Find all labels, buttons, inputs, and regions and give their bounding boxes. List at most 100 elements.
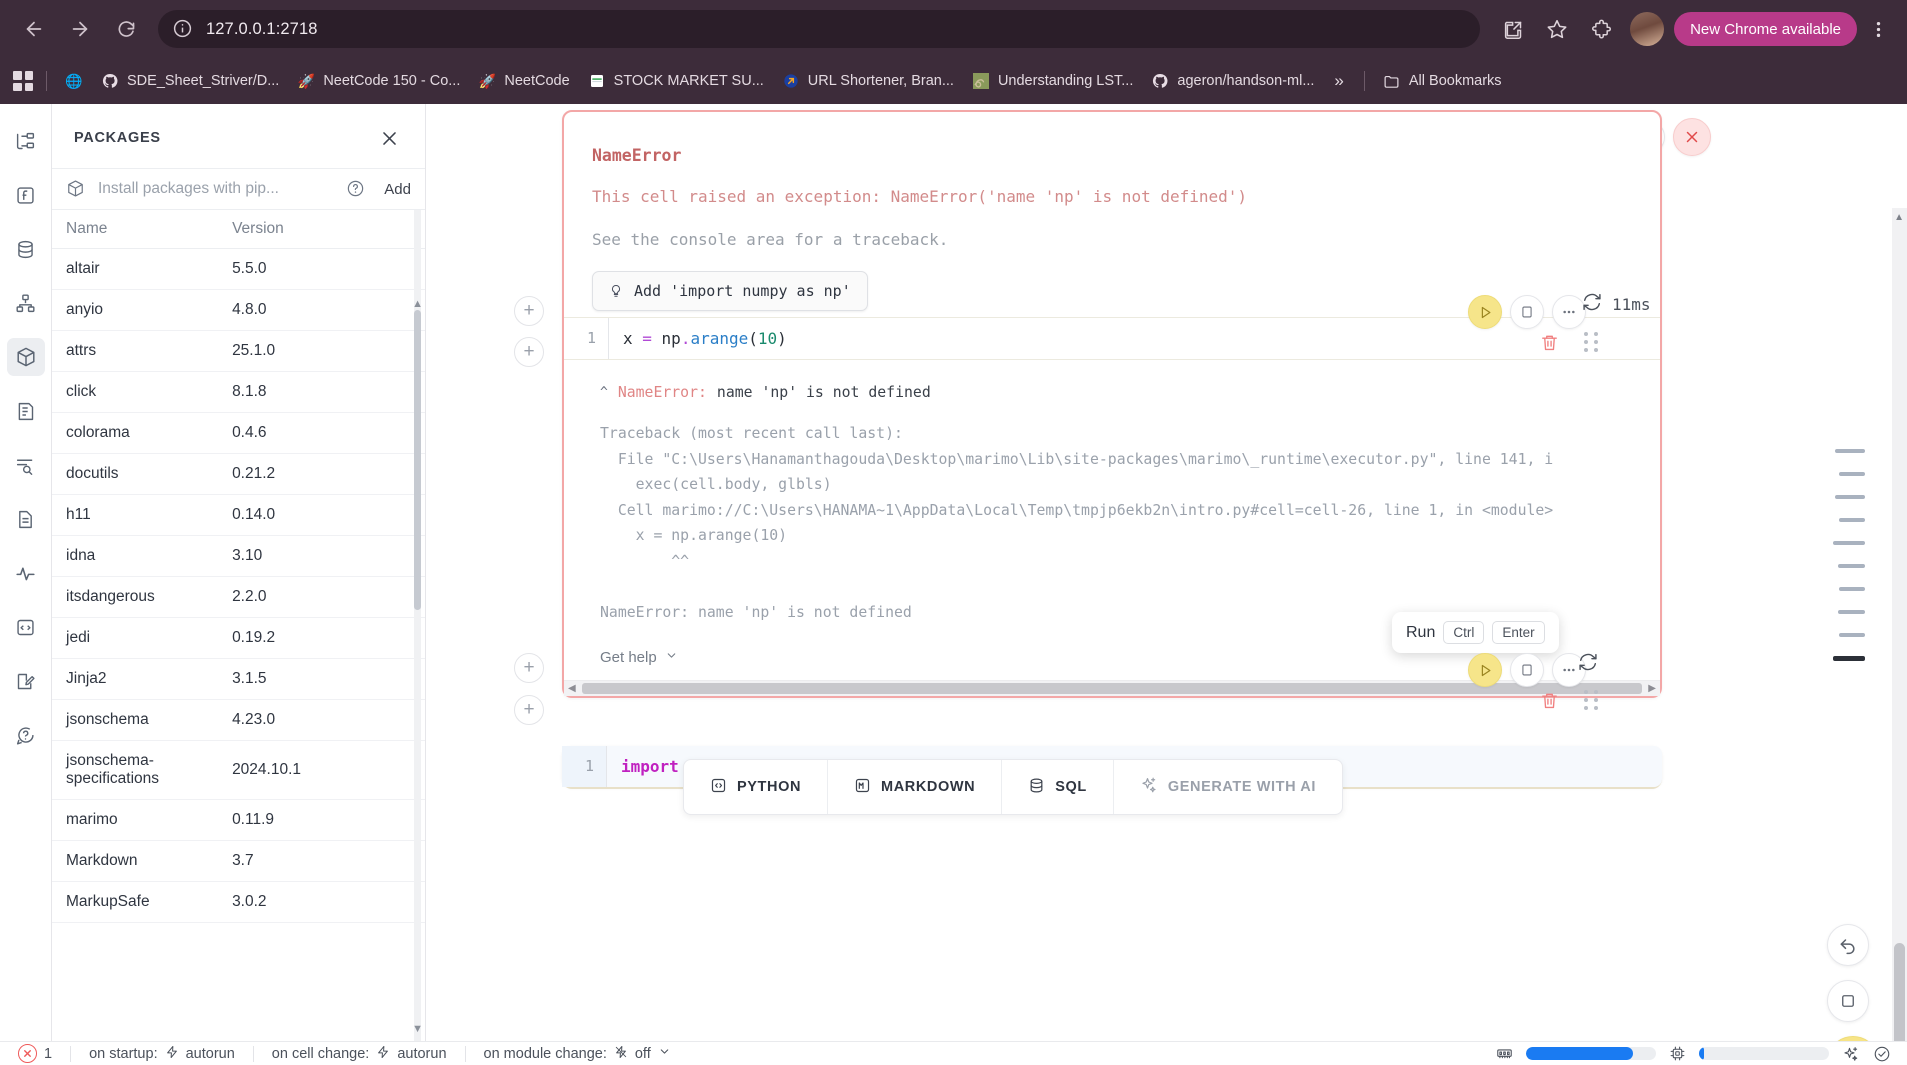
table-row[interactable]: anyio 4.8.0 — [52, 289, 425, 331]
create-markdown-cell-button[interactable]: MARKDOWN — [828, 760, 1003, 814]
add-cell-above-icon[interactable]: + — [514, 653, 544, 683]
snippets-icon[interactable] — [7, 608, 45, 646]
error-message: This cell raised an exception: NameError… — [592, 187, 1248, 206]
drag-handle-icon[interactable] — [1584, 690, 1598, 710]
bookmark-globe[interactable]: 🌐 — [57, 68, 91, 94]
sparkle-ai-icon[interactable] — [1842, 1045, 1860, 1063]
help-circle-icon[interactable] — [346, 179, 366, 199]
variables-icon[interactable] — [7, 176, 45, 214]
sidebar-item-packages[interactable] — [6, 338, 45, 376]
table-row[interactable]: idna 3.10 — [52, 535, 425, 577]
drag-handle-icon[interactable] — [1584, 332, 1598, 352]
bookmark-star-icon[interactable] — [1538, 10, 1576, 48]
dependency-graph-icon[interactable] — [7, 284, 45, 322]
add-package-button[interactable]: Add — [378, 181, 411, 198]
scroll-up-icon[interactable]: ▲ — [1894, 212, 1904, 223]
page-scrollbar[interactable]: ▲ — [1892, 208, 1907, 1065]
table-row[interactable]: click 8.1.8 — [52, 371, 425, 413]
table-row[interactable]: colorama 0.4.6 — [52, 412, 425, 454]
table-row[interactable]: marimo 0.11.9 — [52, 799, 425, 841]
bookmark-item-1[interactable]: 🚀 NeetCode 150 - Co... — [289, 68, 468, 94]
bookmark-item-6[interactable]: ageron/handson-ml... — [1143, 68, 1322, 94]
install-app-icon[interactable] — [1494, 10, 1532, 48]
chat-help-icon[interactable] — [7, 716, 45, 754]
bookmarks-overflow-button[interactable]: » — [1324, 71, 1353, 91]
check-circle-icon[interactable] — [1873, 1045, 1891, 1063]
address-bar[interactable]: 127.0.0.1:2718 — [158, 10, 1481, 48]
more-dots-icon[interactable] — [1552, 295, 1586, 329]
minimap-line — [1838, 564, 1865, 568]
profile-avatar-icon[interactable] — [1630, 12, 1665, 46]
on-module-change-setting[interactable]: on module change: off — [466, 1045, 689, 1063]
install-packages-input[interactable] — [98, 180, 335, 198]
new-chrome-available-button[interactable]: New Chrome available — [1674, 12, 1857, 46]
add-cell-below-icon[interactable]: + — [514, 695, 544, 725]
create-python-cell-button[interactable]: PYTHON — [684, 760, 829, 814]
table-row[interactable]: docutils 0.21.2 — [52, 453, 425, 495]
apps-grid-icon[interactable] — [10, 68, 36, 94]
all-bookmarks-button[interactable]: All Bookmarks — [1375, 68, 1510, 94]
undo-icon[interactable] — [1827, 924, 1869, 966]
rerun-circular-icon[interactable] — [1578, 652, 1598, 677]
stop-square-icon[interactable] — [1827, 980, 1869, 1022]
scroll-left-icon[interactable]: ◀ — [568, 683, 576, 694]
traceback-line-4: x = np.arange(10) — [600, 527, 788, 545]
on-cell-change-setting[interactable]: on cell change: autorun — [254, 1045, 465, 1063]
play-icon[interactable] — [1468, 295, 1502, 329]
scroll-right-icon[interactable]: ▶ — [1648, 683, 1656, 694]
table-row[interactable]: attrs 25.1.0 — [52, 330, 425, 372]
table-row[interactable]: jedi 0.19.2 — [52, 617, 425, 659]
table-row[interactable]: altair 5.5.0 — [52, 248, 425, 290]
generate-with-ai-button[interactable]: GENERATE WITH AI — [1114, 760, 1342, 814]
file-explorer-icon[interactable] — [7, 122, 45, 160]
stop-square-icon[interactable] — [1510, 653, 1544, 687]
play-icon[interactable] — [1468, 653, 1502, 687]
datasources-icon[interactable] — [7, 230, 45, 268]
chrome-menu-icon[interactable] — [1863, 10, 1893, 48]
chevron-up-icon[interactable]: ^ — [600, 382, 608, 404]
table-row[interactable]: jsonschema 4.23.0 — [52, 699, 425, 741]
back-arrow-icon[interactable] — [14, 9, 54, 49]
forward-arrow-icon[interactable] — [60, 9, 100, 49]
reload-icon[interactable] — [106, 9, 146, 49]
error-count-item[interactable]: 1 — [0, 1044, 70, 1063]
outline-icon[interactable] — [7, 392, 45, 430]
traceback-header[interactable]: ^ NameError: name 'np' is not defined — [600, 380, 1632, 405]
site-info-icon[interactable] — [172, 18, 194, 40]
bookmark-item-4[interactable]: URL Shortener, Bran... — [774, 68, 962, 94]
close-icon[interactable] — [375, 124, 403, 152]
stop-square-icon[interactable] — [1510, 295, 1544, 329]
table-row[interactable]: MarkupSafe 3.0.2 — [52, 881, 425, 923]
sheet-icon — [588, 72, 606, 90]
add-cell-below-icon[interactable]: + — [514, 337, 544, 367]
bookmark-item-5[interactable]: Understanding LST... — [964, 68, 1141, 94]
add-cell-above-icon[interactable]: + — [514, 296, 544, 326]
bookmark-item-3[interactable]: STOCK MARKET SU... — [580, 68, 772, 94]
minimap-line-current — [1833, 656, 1865, 661]
bookmark-item-2[interactable]: 🚀 NeetCode — [470, 68, 577, 94]
table-row[interactable]: jsonschema-specifications 2024.10.1 — [52, 740, 425, 800]
table-row[interactable]: itsdangerous 2.2.0 — [52, 576, 425, 618]
add-import-button[interactable]: Add 'import numpy as np' — [592, 271, 868, 311]
bookmark-item-0[interactable]: SDE_Sheet_Striver/D... — [93, 68, 287, 94]
on-startup-setting[interactable]: on startup: autorun — [71, 1045, 253, 1063]
table-row[interactable]: h11 0.14.0 — [52, 494, 425, 536]
create-sql-cell-button[interactable]: SQL — [1002, 760, 1114, 814]
scroll-up-icon[interactable]: ▲ — [412, 298, 423, 310]
packages-scrollbar-thumb[interactable] — [414, 310, 421, 610]
scratchpad-icon[interactable] — [7, 662, 45, 700]
rerun-circular-icon[interactable] — [1582, 292, 1602, 316]
delete-cell-icon[interactable] — [1540, 691, 1559, 710]
table-row[interactable]: Markdown 3.7 — [52, 840, 425, 882]
chevron-down-icon[interactable] — [658, 1045, 671, 1062]
table-row[interactable]: Jinja2 3.1.5 — [52, 658, 425, 700]
documentation-icon[interactable] — [7, 500, 45, 538]
divider — [46, 71, 47, 91]
find-replace-icon[interactable] — [7, 446, 45, 484]
notebook-minimap[interactable] — [1833, 449, 1865, 661]
tracing-icon[interactable] — [7, 554, 45, 592]
close-x-icon[interactable] — [1673, 118, 1711, 156]
extensions-puzzle-icon[interactable] — [1582, 10, 1620, 48]
delete-cell-icon[interactable] — [1540, 333, 1559, 352]
scroll-down-icon[interactable]: ▼ — [412, 1023, 423, 1035]
